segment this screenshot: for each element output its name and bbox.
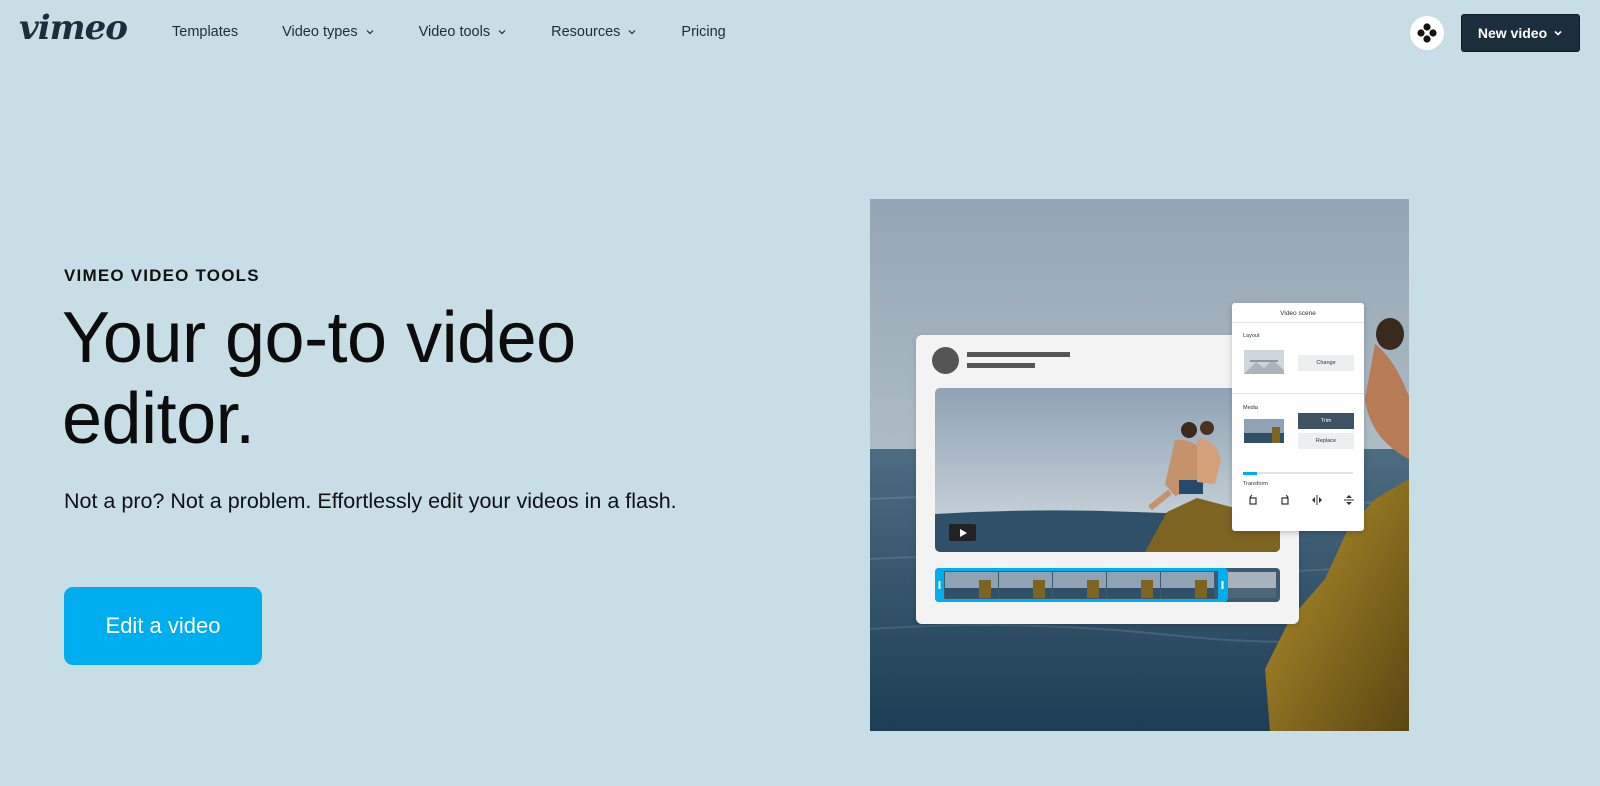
edit-a-video-button[interactable]: Edit a video (64, 587, 262, 665)
four-dot-icon (1417, 23, 1437, 43)
flip-horizontal-icon[interactable] (1311, 494, 1323, 506)
chevron-down-icon (627, 27, 637, 37)
nav-templates[interactable]: Templates (172, 24, 238, 40)
chevron-down-icon (497, 27, 507, 37)
rotate-right-icon[interactable] (1279, 494, 1291, 506)
hero-subtext: Not a pro? Not a problem. Effortlessly e… (64, 489, 677, 513)
edit-a-video-label: Edit a video (105, 613, 221, 638)
trim-button[interactable]: Trim (1298, 413, 1354, 429)
video-preview[interactable] (935, 388, 1280, 552)
vimeo-logo[interactable]: vimeo (19, 8, 128, 48)
flip-vertical-icon[interactable] (1343, 494, 1355, 506)
video-scene-panel: Video scene Layout Change Media Trim Rep… (1232, 303, 1364, 531)
new-video-label: New video (1477, 25, 1548, 41)
slider-fill (1243, 471, 1257, 475)
chevron-down-icon (365, 27, 375, 37)
media-label: Media (1243, 405, 1258, 411)
media-slider[interactable] (1243, 471, 1353, 475)
post-text-line (967, 363, 1035, 368)
timeline-filmstrip[interactable] (935, 568, 1280, 602)
nav-video-tools-label: Video tools (418, 24, 491, 40)
divider (1232, 393, 1364, 394)
change-button[interactable]: Change (1298, 355, 1354, 371)
nav-pricing[interactable]: Pricing (681, 24, 725, 40)
chevron-down-icon (1553, 28, 1563, 38)
transform-icons (1244, 494, 1354, 508)
top-nav: vimeo Templates Video types Video tools … (0, 0, 1600, 66)
layout-label: Layout (1243, 333, 1260, 339)
new-video-button[interactable]: New video (1461, 14, 1580, 52)
rotate-left-icon[interactable] (1247, 494, 1259, 506)
divider (1232, 322, 1364, 323)
nav-video-tools[interactable]: Video tools (419, 24, 507, 40)
media-thumbnail (1244, 419, 1284, 443)
nav-resources-label: Resources (551, 24, 621, 40)
nav-resources[interactable]: Resources (551, 24, 637, 40)
nav-video-types[interactable]: Video types (282, 24, 375, 40)
post-text-line (967, 352, 1070, 357)
hero-illustration: Video scene Layout Change Media Trim Rep… (870, 199, 1409, 731)
replace-button[interactable]: Replace (1298, 433, 1354, 449)
nav-templates-label: Templates (172, 24, 239, 40)
user-avatar[interactable] (1410, 16, 1444, 50)
nav-video-types-label: Video types (282, 24, 358, 40)
layout-thumbnail (1244, 350, 1284, 374)
post-avatar (932, 347, 959, 374)
play-icon[interactable] (949, 524, 976, 541)
transform-label: Transform (1243, 481, 1268, 487)
hero-headline: Your go-to video editor. (62, 298, 576, 459)
nav-pricing-label: Pricing (681, 24, 726, 40)
panel-title: Video scene (1280, 310, 1316, 317)
hero-eyebrow: VIMEO VIDEO TOOLS (64, 266, 260, 285)
nav-links: Templates Video types Video tools Resour… (172, 24, 770, 40)
